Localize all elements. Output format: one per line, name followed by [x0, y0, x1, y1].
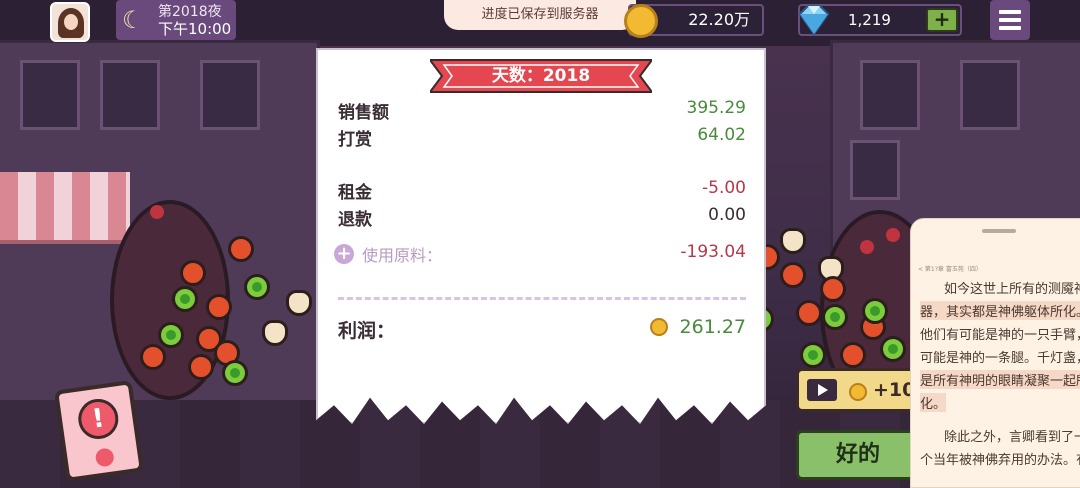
tips-label: 打赏: [338, 130, 372, 150]
tips-value: 64.02: [697, 125, 746, 145]
indicator-dot: [94, 447, 115, 468]
reader-line: 个当年被神佛弃用的办法。有: [920, 453, 1080, 468]
tomato-slice: [780, 262, 806, 288]
drag-handle[interactable]: [982, 229, 1016, 233]
gem-counter: 1,219 +: [798, 4, 962, 36]
watch-ad-bonus-button[interactable]: +10: [796, 368, 918, 412]
player-avatar[interactable]: [50, 2, 90, 42]
coin-amount: 22.20万: [688, 10, 750, 29]
pepper-slice: [158, 322, 184, 348]
coin-icon: [624, 4, 658, 38]
diamond-icon: [798, 5, 830, 36]
coin-icon: [650, 318, 668, 336]
window: [860, 60, 920, 130]
reader-line: 可能是神的一条腿。千灯盏，: [920, 351, 1080, 366]
receipt-title: 天数：2018: [491, 66, 591, 86]
day-time-panel: ☾ 第2018夜 下午10:00: [116, 0, 236, 40]
rose-flower: [860, 240, 874, 254]
window: [200, 60, 260, 130]
reader-line: 除此之外，言卿看到了一: [944, 430, 1080, 445]
add-gems-button[interactable]: +: [926, 8, 958, 32]
receipt-divider: [338, 297, 746, 300]
heart-notification-button[interactable]: !: [53, 380, 145, 482]
striped-awning: [0, 172, 130, 244]
window: [20, 60, 80, 130]
play-video-icon: [807, 379, 837, 401]
tomato-slice: [180, 260, 206, 286]
expand-materials-button[interactable]: +: [334, 244, 354, 264]
tomato-slice: [206, 294, 232, 320]
ok-button[interactable]: 好的: [796, 430, 920, 480]
pepper-slice: [822, 304, 848, 330]
sales-value: 395.29: [686, 98, 746, 118]
heart-icon: !: [75, 396, 121, 442]
pepper-slice: [222, 360, 248, 386]
gem-amount: 1,219: [848, 11, 891, 29]
menu-bar: [999, 26, 1021, 30]
rose-flower: [886, 228, 900, 242]
tomato-slice: [188, 354, 214, 380]
save-toast: 进度已保存到服务器: [444, 0, 636, 30]
tomato-slice: [228, 236, 254, 262]
coin-counter: 22.20万: [624, 4, 764, 38]
tomato-slice: [140, 344, 166, 370]
pepper-slice: [172, 286, 198, 312]
tomato-slice: [820, 276, 846, 302]
reader-line: 是所有神明的眼睛凝聚一起所: [920, 370, 1080, 389]
window: [960, 60, 1020, 130]
pepper-slice: [800, 342, 826, 368]
coin-icon: [849, 383, 867, 401]
pepper-slice: [862, 298, 888, 324]
reader-line: 化。: [920, 393, 947, 412]
rent-value: -5.00: [702, 178, 746, 198]
materials-label: 使用原料：: [362, 246, 443, 265]
garlic-clove: [286, 290, 312, 316]
reader-line: 他们有可能是神的一只手臂，: [920, 328, 1080, 343]
menu-bar: [999, 18, 1021, 22]
sales-label: 销售额: [338, 103, 389, 123]
materials-value: -193.04: [680, 242, 746, 262]
moon-icon: ☾: [122, 6, 144, 34]
tomato-slice: [840, 342, 866, 368]
clock-time: 下午10:00: [158, 20, 232, 38]
profit-value: 261.27: [679, 316, 746, 338]
refund-label: 退款: [338, 210, 372, 230]
reader-line: 如今这世上所有的测魇神: [944, 282, 1080, 297]
rose-flower: [150, 205, 164, 219]
pepper-slice: [880, 336, 906, 362]
window: [850, 140, 900, 200]
profit-label: 利润：: [338, 320, 396, 342]
garlic-clove: [780, 228, 806, 254]
garlic-clove: [262, 320, 288, 346]
menu-icon[interactable]: [990, 0, 1030, 40]
refund-value: 0.00: [708, 205, 746, 225]
avatar-face: [64, 14, 78, 30]
rent-label: 租金: [338, 183, 372, 203]
reader-chapter-header: < 第1?章 富玉苑（四）: [918, 266, 982, 273]
window: [100, 60, 160, 130]
pepper-slice: [244, 274, 270, 300]
tomato-slice: [796, 300, 822, 326]
menu-bar: [999, 10, 1021, 14]
reader-line: 器，其实都是神佛躯体所化。: [920, 301, 1080, 320]
